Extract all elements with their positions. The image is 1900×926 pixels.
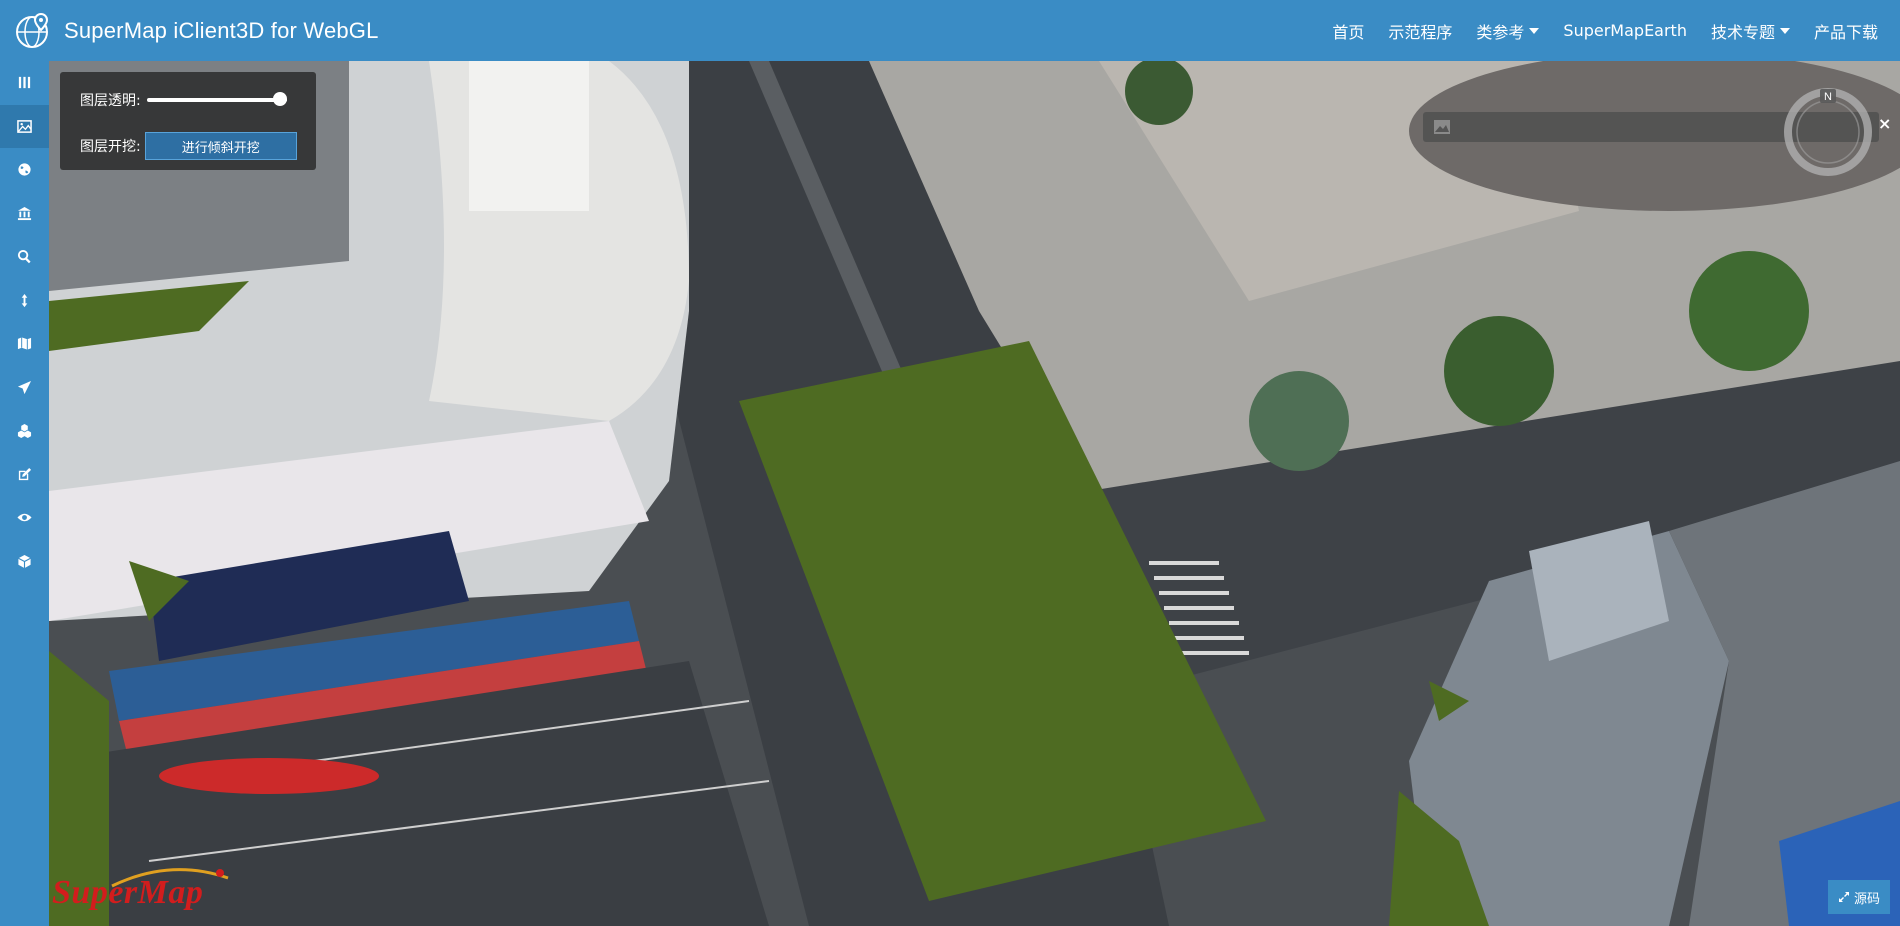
search-icon bbox=[17, 250, 31, 264]
bank-button[interactable] bbox=[0, 192, 49, 236]
opacity-slider-handle[interactable] bbox=[272, 92, 287, 106]
opacity-row: 图层透明: bbox=[80, 90, 287, 110]
nav-class-reference[interactable]: 类参考 bbox=[1476, 19, 1540, 43]
vertical-measure-button[interactable] bbox=[0, 279, 49, 323]
eye-button[interactable] bbox=[0, 496, 49, 540]
globe-button[interactable] bbox=[0, 148, 49, 192]
menu-toggle-icon bbox=[18, 77, 31, 89]
3d-scene-viewport[interactable] bbox=[49, 61, 1900, 926]
compass-icon[interactable]: N bbox=[1784, 88, 1872, 176]
close-icon[interactable]: × bbox=[1878, 114, 1891, 133]
excavation-label: 图层开挖: bbox=[80, 139, 141, 155]
edit-button[interactable] bbox=[0, 453, 49, 497]
vertical-measure-icon bbox=[21, 293, 28, 307]
search-button[interactable] bbox=[0, 235, 49, 279]
source-code-button[interactable]: 源码 bbox=[1828, 880, 1890, 914]
expand-icon bbox=[1838, 892, 1849, 902]
top-navbar: SuperMap iClient3D for WebGL 首页 示范程序 类参考… bbox=[0, 0, 1900, 61]
layer-excavation-button[interactable] bbox=[0, 104, 49, 148]
globe-icon bbox=[18, 163, 31, 176]
opacity-slider-track bbox=[146, 98, 287, 102]
nav-supermapearth[interactable]: SuperMapEarth bbox=[1563, 21, 1687, 40]
layer-control-panel: 图层透明: 图层开挖: 进行倾斜开挖 bbox=[60, 72, 316, 170]
map-button[interactable] bbox=[0, 322, 49, 366]
oblique-excavation-button[interactable]: 进行倾斜开挖 bbox=[144, 132, 297, 160]
excavation-row: 图层开挖: 进行倾斜开挖 bbox=[80, 132, 297, 160]
cubes-icon bbox=[17, 424, 32, 439]
opacity-label: 图层透明: bbox=[80, 93, 141, 109]
cube-icon bbox=[18, 554, 31, 568]
cubes-button[interactable] bbox=[0, 409, 49, 453]
nav-examples[interactable]: 示范程序 bbox=[1388, 19, 1452, 43]
supermap-logo: SuperMap bbox=[52, 874, 204, 911]
edit-icon bbox=[18, 467, 32, 480]
chevron-down-icon bbox=[1779, 27, 1790, 34]
compass-north-label: N bbox=[1824, 91, 1832, 103]
nav-home[interactable]: 首页 bbox=[1332, 19, 1364, 43]
nav-download[interactable]: 产品下载 bbox=[1814, 19, 1878, 43]
chevron-down-icon bbox=[1529, 27, 1540, 34]
send-button[interactable] bbox=[0, 366, 49, 410]
brand[interactable]: SuperMap iClient3D for WebGL bbox=[14, 12, 379, 50]
nav-tech-topics[interactable]: 技术专题 bbox=[1711, 19, 1790, 43]
map-icon bbox=[17, 337, 32, 350]
opacity-slider[interactable] bbox=[146, 92, 287, 106]
layer-excavation-icon bbox=[17, 119, 32, 133]
cube-button[interactable] bbox=[0, 540, 49, 584]
oblique-photography-scene bbox=[49, 61, 1900, 926]
main-nav: 首页 示范程序 类参考 SuperMapEarth 技术专题 产品下载 bbox=[1308, 0, 1878, 61]
globe-location-logo-icon bbox=[16, 12, 49, 48]
menu-toggle-button[interactable] bbox=[0, 61, 49, 105]
image-icon[interactable] bbox=[1433, 119, 1451, 135]
bank-icon bbox=[17, 206, 32, 220]
page-title: SuperMap iClient3D for WebGL bbox=[64, 18, 379, 43]
left-toolbar bbox=[0, 61, 49, 926]
eye-icon bbox=[17, 514, 32, 522]
send-icon bbox=[17, 380, 32, 394]
